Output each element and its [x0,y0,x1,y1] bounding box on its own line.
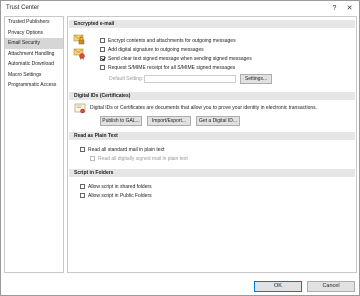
public-folders-script-option[interactable]: Allow script in Public Folders [80,192,152,199]
signed-mail-icon [73,48,85,60]
clear-text-option[interactable]: Send clear text signed message when send… [100,55,252,62]
encrypted-mail-icon [73,34,85,45]
ok-button[interactable]: OK [254,281,302,292]
sidebar-item-automatic-download[interactable]: Automatic Download [5,59,63,70]
add-signature-option[interactable]: Add digital signature to outgoing messag… [100,46,204,53]
sidebar-item-macro-settings[interactable]: Macro Settings [5,70,63,81]
script-folders-header: Script in Folders [69,169,355,177]
import-export-button[interactable]: Import/Export... [147,116,191,126]
add-signature-checkbox[interactable] [100,47,105,52]
shared-folders-script-option[interactable]: Allow script in shared folders [80,183,152,190]
sidebar-item-programmatic-access[interactable]: Programmatic Access [5,80,63,91]
close-button[interactable]: ✕ [344,3,355,14]
window-title: Trust Center [6,5,40,11]
read-plain-text-option[interactable]: Read all standard mail in plain text [80,146,164,153]
smime-receipt-option[interactable]: Request S/MIME receipt for all S/MIME si… [100,64,235,71]
publish-to-gal-button[interactable]: Publish to GAL... [100,116,142,126]
cancel-button[interactable]: Cancel [307,281,355,292]
smime-receipt-label: Request S/MIME receipt for all S/MIME si… [108,64,236,71]
add-signature-label: Add digital signature to outgoing messag… [108,46,204,53]
read-signed-plain-text-option[interactable]: Read all digitally signed mail in plain … [90,155,188,162]
sidebar-item-attachment-handling[interactable]: Attachment Handling [5,49,63,60]
settings-button[interactable]: Settings... [240,74,272,84]
encrypted-email-header: Encrypted e-mail [69,20,355,28]
title-bar: Trust Center ? ✕ [1,1,359,16]
sidebar-item-privacy-options[interactable]: Privacy Options [5,28,63,39]
public-folders-script-checkbox[interactable] [80,193,85,198]
help-button[interactable]: ? [329,3,340,14]
certificate-icon [74,103,86,114]
public-folders-script-label: Allow script in Public Folders [88,192,152,199]
settings-panel: Encrypted e-mail Encrypt contents and at… [67,16,357,273]
default-setting-select[interactable] [144,75,236,83]
sidebar-item-trusted-publishers[interactable]: Trusted Publishers [5,17,63,28]
clear-text-label: Send clear text signed message when send… [108,55,252,62]
read-signed-plain-text-checkbox[interactable] [90,156,95,161]
plain-text-header: Read as Plain Text [69,132,355,140]
encrypt-contents-option[interactable]: Encrypt contents and attachments for out… [100,37,236,44]
default-setting-label: Default Setting: [109,76,144,82]
encrypt-contents-checkbox[interactable] [100,38,105,43]
clear-text-checkbox[interactable] [100,56,105,61]
get-digital-id-button[interactable]: Get a Digital ID... [196,116,240,126]
digital-ids-header: Digital IDs (Certificates) [69,92,355,100]
sidebar-item-email-security[interactable]: Email Security [5,38,63,49]
category-sidebar: Trusted Publishers Privacy Options Email… [4,16,64,273]
trust-center-window: Trust Center ? ✕ Trusted Publishers Priv… [0,0,360,296]
read-plain-text-label: Read all standard mail in plain text [88,146,165,153]
smime-receipt-checkbox[interactable] [100,65,105,70]
digital-ids-description: Digital IDs or Certificates are document… [90,105,318,111]
read-plain-text-checkbox[interactable] [80,147,85,152]
read-signed-plain-text-label: Read all digitally signed mail in plain … [98,155,188,162]
shared-folders-script-checkbox[interactable] [80,184,85,189]
encrypt-contents-label: Encrypt contents and attachments for out… [108,37,236,44]
shared-folders-script-label: Allow script in shared folders [88,183,152,190]
